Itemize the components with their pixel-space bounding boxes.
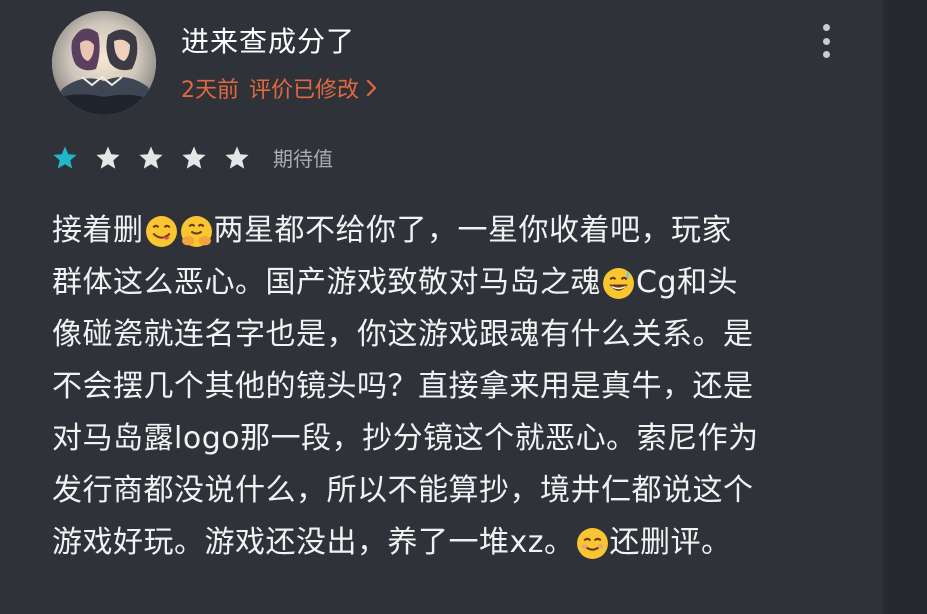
review-line: 发行商都没说什么，所以不能算抄，境井仁都说这个: [52, 465, 842, 517]
review-text-segment: 还删评。: [609, 525, 732, 560]
review-text-segment: 对马岛露logo那一段，抄分镜这个就恶心。索尼作为: [52, 421, 759, 456]
review-text-segment: 两星都不给你了，一星你收着吧，玩家: [213, 213, 732, 248]
star-rating: 期待值: [52, 143, 333, 172]
more-options-icon[interactable]: [812, 24, 840, 58]
review-text-segment: Cg和头: [636, 265, 738, 300]
star-empty-icon: [96, 146, 120, 169]
review-line: 游戏好玩。游戏还没出，养了一堆xz。 还删评。: [52, 517, 842, 569]
edited-label[interactable]: 评价已修改: [249, 72, 359, 104]
star-filled-icon: [53, 146, 77, 169]
avatar[interactable]: [52, 11, 156, 115]
review-text-segment: 接着删: [52, 213, 144, 248]
rating-label: 期待值: [273, 147, 333, 171]
face-savoring-food-emoji-icon: [145, 215, 177, 247]
review-time: 2天前: [181, 78, 239, 103]
star-empty-icon: [225, 146, 249, 169]
star-empty-icon: [139, 146, 163, 169]
review-text-segment: 发行商都没说什么，所以不能算抄，境井仁都说这个: [52, 473, 754, 508]
review-line: 群体这么恶心。国产游戏致敬对马岛之魂 Cg和头: [52, 257, 842, 309]
star-empty-icon: [182, 146, 206, 169]
review-text-segment: 像碰瓷就连名字也是，你这游戏跟魂有什么关系。是: [52, 317, 754, 352]
review-text-segment: 不会摆几个其他的镜头吗？直接拿来用是真牛，还是: [52, 369, 754, 404]
avatar-image: [52, 11, 156, 115]
review-text-segment: 群体这么恶心。国产游戏致敬对马岛之魂: [52, 265, 601, 300]
review-line: 接着删 两星都不给你了，一星你收着吧，玩家: [52, 205, 842, 257]
review-card: 进来查成分了 2天前 评价已修改 期待值 接着删 两星都不给你了，一星你收着吧，玩…: [0, 0, 883, 614]
review-text: 接着删 两星都不给你了，一星你收着吧，玩家群体这么恶心。国产游戏致敬对马岛之魂 Cg…: [52, 205, 842, 569]
review-line: 对马岛露logo那一段，抄分镜这个就恶心。索尼作为: [52, 413, 842, 465]
review-text-segment: 游戏好玩。游戏还没出，养了一堆xz。: [52, 525, 575, 560]
review-meta[interactable]: 2天前 评价已修改: [181, 72, 379, 104]
username[interactable]: 进来查成分了: [181, 20, 355, 60]
review-line: 不会摆几个其他的镜头吗？直接拿来用是真牛，还是: [52, 361, 842, 413]
chevron-right-icon[interactable]: [365, 77, 379, 99]
hugging-face-emoji-icon: [180, 215, 212, 247]
smiling-face-emoji-icon: [576, 527, 608, 559]
review-line: 像碰瓷就连名字也是，你这游戏跟魂有什么关系。是: [52, 309, 842, 361]
grinning-sweat-emoji-icon: [603, 267, 634, 299]
side-panel-edge: [883, 0, 927, 614]
